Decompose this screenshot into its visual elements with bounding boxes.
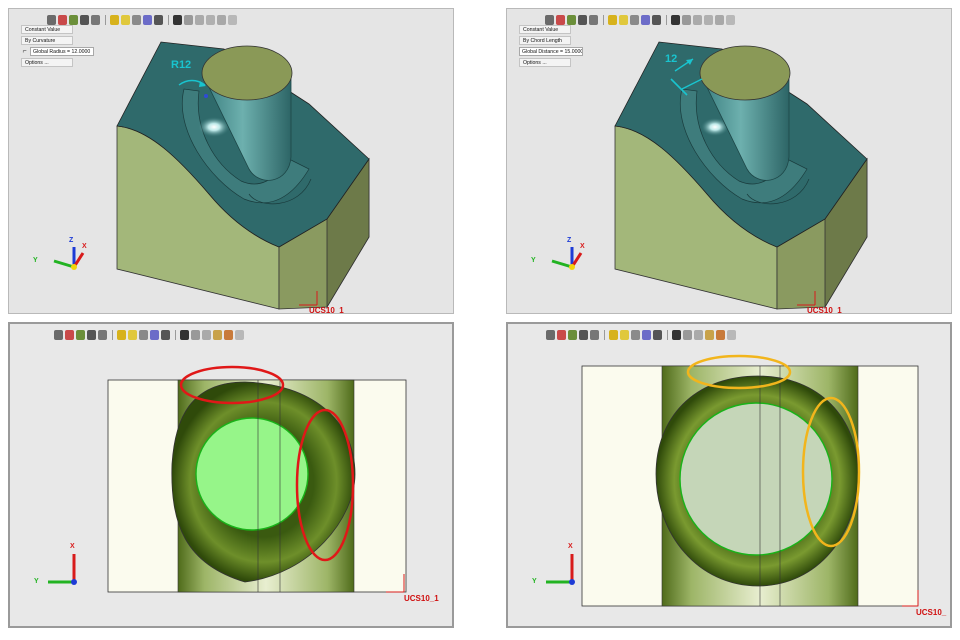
model-3d-view[interactable] [9,9,454,314]
axis-y-label: Y [531,257,536,264]
axis-y-label: Y [33,257,38,264]
viewport-top-left[interactable]: Constant Value By Curvature ⌐ Global Rad… [8,8,454,314]
ucs-label: UCS10_1 [404,594,439,603]
model-3d-view[interactable] [507,9,952,314]
model-top-view[interactable] [10,324,452,626]
axis-y-label: Y [532,578,537,585]
viewport-top-right[interactable]: Constant Value By Chord Length Global Di… [506,8,952,314]
axis-x-label: X [82,243,87,250]
chord-dimension-label: 12 [665,53,678,65]
ucs-label: UCS10_1 [807,306,842,314]
axis-y-label: Y [34,578,39,585]
radius-dimension-label: R12 [171,59,192,71]
axis-x-label: X [580,243,585,250]
viewport-bottom-left[interactable]: X Y UCS10_1 [8,322,454,628]
axis-z-label: Z [69,237,74,244]
axis-x-label: X [70,543,75,550]
ucs-label: UCS10_ [916,608,947,617]
axis-z-label: Z [567,237,572,244]
axis-x-label: X [568,543,573,550]
model-top-view[interactable] [508,324,950,626]
ucs-label: UCS10_1 [309,306,344,314]
viewport-bottom-right[interactable]: X Y UCS10_ [506,322,952,628]
